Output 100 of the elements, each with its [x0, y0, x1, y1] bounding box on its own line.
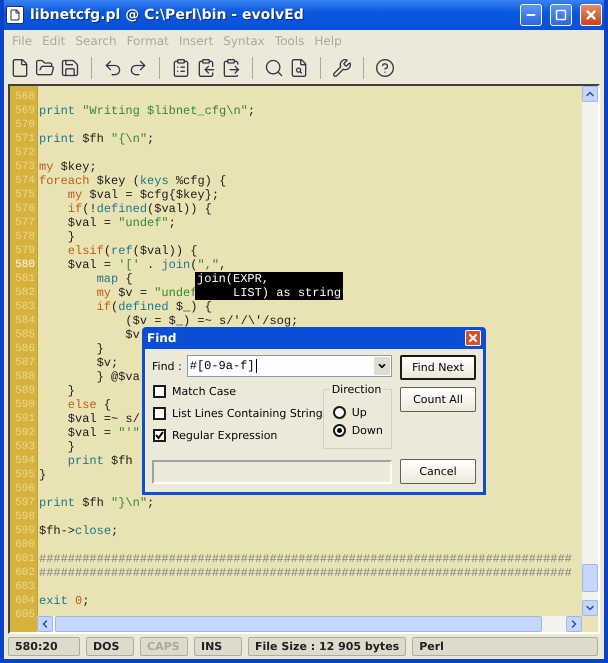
redo-icon[interactable] [128, 58, 148, 78]
line-number: 580 [14, 258, 36, 272]
line-number: 587 [14, 356, 36, 370]
app-icon [6, 6, 24, 24]
dialog-title: Find [147, 331, 176, 345]
code-line: } [66, 384, 76, 398]
vertical-scrollbar[interactable] [582, 86, 598, 616]
checkbox[interactable] [153, 429, 166, 442]
line-number: 585 [14, 328, 36, 342]
code-line: my $val = $cfg{$key}; [66, 188, 220, 202]
maximize-icon [555, 9, 567, 21]
line-number: 593 [14, 440, 36, 454]
line-number: 604 [14, 594, 36, 608]
line-number: 581 [14, 272, 36, 286]
dropdown-icon[interactable] [377, 361, 387, 371]
line-number: 588 [14, 370, 36, 384]
close-icon [467, 332, 479, 344]
line-number: 595 [14, 468, 36, 482]
code-line: } [39, 468, 46, 482]
line-number: 568 [14, 90, 36, 104]
wrench-icon[interactable] [332, 58, 352, 78]
folder-icon[interactable] [35, 58, 55, 78]
code-line: print $fh "}\n"; [39, 496, 154, 510]
status-panel: File Size : 12 905 bytes [248, 637, 406, 656]
status-panel: Perl [412, 637, 598, 656]
code-line: exit 0; [39, 594, 90, 608]
line-number: 573 [14, 160, 36, 174]
code-line: $val =~ s/ [66, 412, 140, 426]
close-button[interactable] [465, 330, 481, 346]
line-number: 599 [14, 524, 36, 538]
close-icon [584, 8, 598, 22]
line-number: 589 [14, 384, 36, 398]
clipboard-paste-icon[interactable] [221, 58, 241, 78]
code-line: } @$va [96, 370, 140, 384]
code-line: } [66, 230, 76, 244]
checkbox-label: Regular Expression [172, 429, 278, 442]
code-line: ($v = $_) =~ s/'/\'/sog; [124, 314, 298, 328]
save-icon[interactable] [60, 58, 80, 78]
line-number: 571 [14, 132, 36, 146]
code-line: $fh->close; [39, 524, 118, 538]
code-line: print $fh "{\n"; [39, 132, 154, 146]
code-line: } [66, 440, 76, 454]
line-number: 575 [14, 188, 36, 202]
code-line: foreach $key (keys %cfg) { [39, 174, 226, 188]
undo-icon[interactable] [103, 58, 123, 78]
scroll-thumb[interactable] [582, 564, 598, 592]
status-panel: DOS [86, 637, 134, 656]
search-icon[interactable] [264, 58, 284, 78]
line-number: 577 [14, 216, 36, 230]
dialog-button[interactable]: Count All [400, 387, 476, 412]
line-number: 597 [14, 496, 36, 510]
dialog-button[interactable]: Cancel [400, 459, 476, 484]
help-icon[interactable] [375, 58, 395, 78]
close-button[interactable] [580, 4, 602, 26]
new-file-icon[interactable] [10, 58, 30, 78]
line-number: 586 [14, 342, 36, 356]
radio-button[interactable] [332, 424, 346, 437]
checkbox[interactable] [153, 385, 166, 398]
line-number: 592 [14, 426, 36, 440]
tooltip: join(EXPR, LIST) as string [195, 272, 344, 300]
radio-label: Up [352, 406, 367, 419]
code-line: $val = "'" [66, 426, 140, 440]
find-label: Find : [152, 360, 182, 372]
clipboard-copy-icon[interactable] [196, 58, 216, 78]
checkbox[interactable] [153, 407, 166, 420]
code-line: } [96, 342, 104, 356]
line-number: 601 [14, 552, 36, 566]
line-number: 583 [14, 300, 36, 314]
code-line: elsif(ref($val)) { [66, 244, 198, 258]
line-number: 605 [14, 608, 36, 622]
code-line: $val = '[' . join(",", [66, 258, 226, 272]
checkbox-label: List Lines Containing String [172, 407, 323, 420]
minimize-button[interactable] [520, 4, 542, 26]
file-search-icon[interactable] [289, 58, 309, 78]
line-number: 578 [14, 230, 36, 244]
line-number: 582 [14, 286, 36, 300]
radio-button[interactable] [332, 406, 346, 419]
line-number: 569 [14, 104, 36, 118]
line-number: 600 [14, 538, 36, 552]
code-line: my $key; [39, 160, 97, 174]
line-number: 584 [14, 314, 36, 328]
line-number: 570 [14, 118, 36, 132]
line-number: 591 [14, 412, 36, 426]
code-line: if(defined $_) { [96, 300, 212, 314]
find-combo-field[interactable]: #[0-9a-f] [186, 355, 392, 377]
clipboard-icon[interactable] [171, 58, 191, 78]
line-number: 603 [14, 580, 36, 594]
code-line: my $v = "undef [96, 286, 198, 300]
line-number: 594 [14, 454, 36, 468]
dialog-button[interactable]: Find Next [400, 355, 476, 380]
code-line: $v; [96, 356, 118, 370]
line-number: 576 [14, 202, 36, 216]
line-number: 574 [14, 174, 36, 188]
window-title: libnetcfg.pl @ C:\Perl\bin - evolvEd [30, 7, 305, 23]
maximize-button[interactable] [550, 4, 572, 26]
line-number: 572 [14, 146, 36, 160]
checkbox-label: Match Case [172, 385, 236, 398]
code-line: ########################################################################## [39, 566, 572, 580]
status-panel: INS [194, 637, 242, 656]
code-line: map { [96, 272, 133, 286]
